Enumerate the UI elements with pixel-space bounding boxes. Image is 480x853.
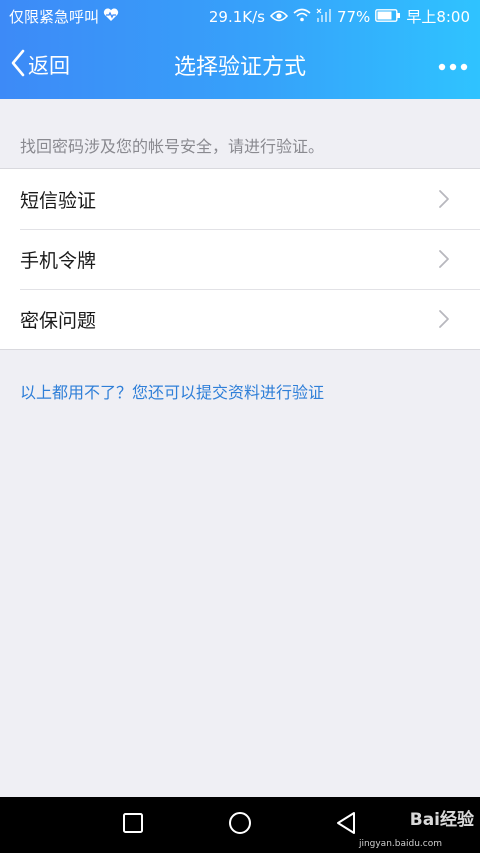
method-security-question[interactable]: 密保问题 bbox=[0, 289, 480, 349]
method-sms[interactable]: 短信验证 bbox=[0, 169, 480, 229]
chevron-right-icon bbox=[438, 189, 450, 213]
security-hint: 找回密码涉及您的帐号安全，请进行验证。 bbox=[20, 137, 325, 156]
system-nav-bar: Bai经验 jingyan.baidu.com bbox=[0, 797, 480, 853]
recent-apps-icon bbox=[122, 812, 144, 838]
battery-icon bbox=[375, 8, 401, 26]
recent-apps-button[interactable] bbox=[119, 811, 147, 839]
status-bar: 仅限紧急呼叫 29.1K/s 77% 早上8:00 bbox=[0, 0, 480, 32]
net-speed-text: 29.1K/s bbox=[208, 7, 265, 26]
watermark: Bai经验 jingyan.baidu.com bbox=[358, 801, 480, 853]
back-triangle-icon bbox=[335, 811, 357, 839]
wifi-icon bbox=[293, 8, 311, 26]
submit-info-link[interactable]: 以上都用不了？您还可以提交资料进行验证 bbox=[20, 379, 324, 403]
method-token[interactable]: 手机令牌 bbox=[0, 229, 480, 289]
watermark-sub: jingyan.baidu.com bbox=[358, 839, 442, 849]
heart-icon bbox=[103, 7, 119, 26]
watermark-text: Bai经验 bbox=[409, 810, 474, 830]
home-icon bbox=[228, 811, 252, 839]
status-right: 29.1K/s 77% 早上8:00 bbox=[209, 6, 470, 27]
battery-percent: 77% bbox=[336, 7, 371, 26]
time-text: 早上8:00 bbox=[406, 8, 470, 26]
chevron-right-icon bbox=[438, 249, 450, 273]
method-label: 手机令牌 bbox=[20, 249, 97, 272]
home-button[interactable] bbox=[226, 811, 254, 839]
carrier-text: 仅限紧急呼叫 bbox=[9, 8, 100, 26]
more-button[interactable] bbox=[438, 52, 468, 78]
status-left: 仅限紧急呼叫 bbox=[9, 6, 119, 27]
chevron-right-icon bbox=[438, 309, 450, 333]
nav-bar: 返回 选择验证方式 bbox=[0, 32, 480, 99]
back-nav-button[interactable] bbox=[332, 811, 360, 839]
more-dots-icon bbox=[438, 56, 468, 75]
eye-icon bbox=[269, 8, 289, 26]
page-title: 选择验证方式 bbox=[173, 55, 306, 80]
method-label: 短信验证 bbox=[20, 189, 97, 212]
method-label: 密保问题 bbox=[20, 309, 97, 332]
app-header: 仅限紧急呼叫 29.1K/s 77% 早上8:00 返回 选择验证方式 bbox=[0, 0, 480, 99]
signal-icon bbox=[316, 8, 332, 26]
verification-method-list: 短信验证 手机令牌 密保问题 bbox=[0, 168, 480, 350]
